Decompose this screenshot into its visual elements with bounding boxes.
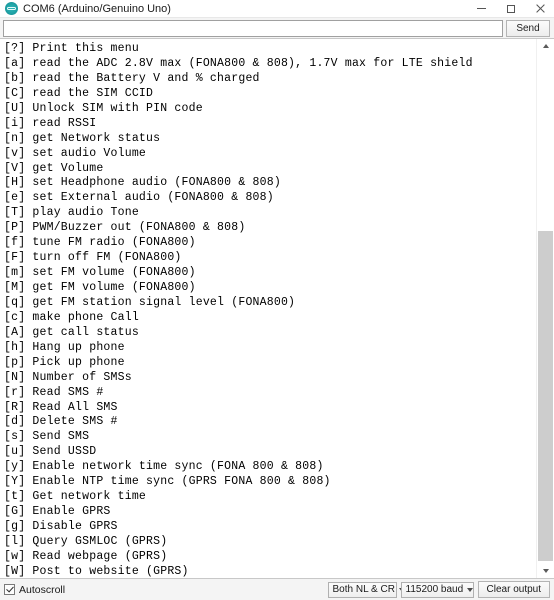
scroll-down-button[interactable] [537,564,554,578]
console-line: [V] get Volume [4,161,104,175]
console-line: [h] Hang up phone [4,340,125,354]
console-area: [?] Print this menu [a] read the ADC 2.8V… [0,39,554,579]
arduino-logo-icon [5,2,18,15]
console-line: [G] Enable GPRS [4,505,111,519]
console-line: [a] read the ADC 2.8V max (FONA800 & 808… [4,56,473,70]
serial-monitor-window: COM6 (Arduino/Genuino Uno) Send [?] Prin… [0,0,554,600]
console-line: [n] get Network status [4,131,161,145]
serial-send-input[interactable] [3,19,503,37]
console-line: [W] Post to website (GPRS) [4,564,189,578]
vertical-scrollbar[interactable] [536,39,554,578]
console-line: [s] Send SMS [4,430,90,444]
serial-output[interactable]: [?] Print this menu [a] read the ADC 2.8V… [0,39,536,578]
console-line: [q] get FM station signal level (FONA800… [4,295,296,309]
clear-output-button[interactable]: Clear output [477,581,550,598]
console-line: [e] set External audio (FONA800 & 808) [4,191,274,205]
console-line: [R] Read All SMS [4,400,118,414]
console-line: [y] Enable network time sync (FONA 800 &… [4,460,324,474]
console-line: [m] set FM volume (FONA800) [4,266,196,280]
scroll-down-icon [542,569,549,573]
console-line: [g] Disable GPRS [4,520,118,533]
baud-rate-value: 115200 baud [405,584,464,595]
console-line: [N] Number of SMSs [4,370,132,384]
console-line: [c] make phone Call [4,310,139,324]
line-ending-value: Both NL & CR [332,584,395,595]
autoscroll-toggle[interactable]: Autoscroll [4,584,65,596]
console-line: [b] read the Battery V and % charged [4,71,260,85]
maximize-icon [506,4,515,13]
autoscroll-label: Autoscroll [19,583,66,596]
line-ending-select[interactable]: Both NL & CR [327,581,405,598]
scroll-up-button[interactable] [537,39,554,53]
console-line: [U] Unlock SIM with PIN code [4,101,203,115]
close-button[interactable] [525,0,554,17]
console-line: [f] tune FM radio (FONA800) [4,236,196,250]
console-line: [F] turn off FM (FONA800) [4,251,182,265]
console-line: [T] play audio Tone [4,206,139,220]
console-line: [M] get FM volume (FONA800) [4,281,196,294]
console-line: [t] Get network time [4,490,147,504]
scrollbar-thumb[interactable] [538,231,553,561]
status-bar: Autoscroll Both NL & CR 115200 baud Clea… [0,579,554,600]
window-title: COM6 (Arduino/Genuino Uno) [23,2,171,15]
scroll-up-icon [542,44,549,48]
close-icon [535,4,544,13]
autoscroll-checkbox[interactable] [4,584,15,595]
minimize-button[interactable] [467,0,496,17]
console-line: [p] Pick up phone [4,355,125,369]
baud-rate-select[interactable]: 115200 baud [400,581,477,598]
console-line: [Y] Enable NTP time sync (GPRS FONA 800 … [4,475,331,489]
console-line: [C] read the SIM CCID [4,86,154,100]
chevron-down-icon [463,587,477,592]
console-line: [w] Read webpage (GPRS) [4,549,168,563]
send-button[interactable]: Send [506,19,550,37]
console-line: [H] set Headphone audio (FONA800 & 808) [4,176,281,190]
window-controls [467,0,554,17]
console-line: [i] read RSSI [4,116,97,130]
console-line: [v] set audio Volume [4,146,147,160]
console-line: [?] Print this menu [4,42,139,55]
send-row: Send [0,18,554,39]
title-bar: COM6 (Arduino/Genuino Uno) [0,0,554,18]
console-line: [r] Read SMS # [4,385,104,399]
console-line: [l] Query GSMLOC (GPRS) [4,534,168,548]
console-line: [A] get call status [4,325,139,339]
maximize-button[interactable] [496,0,525,17]
minimize-icon [477,8,486,9]
console-line: [d] Delete SMS # [4,415,118,429]
console-line: [P] PWM/Buzzer out (FONA800 & 808) [4,221,246,235]
console-line: [u] Send USSD [4,445,97,459]
